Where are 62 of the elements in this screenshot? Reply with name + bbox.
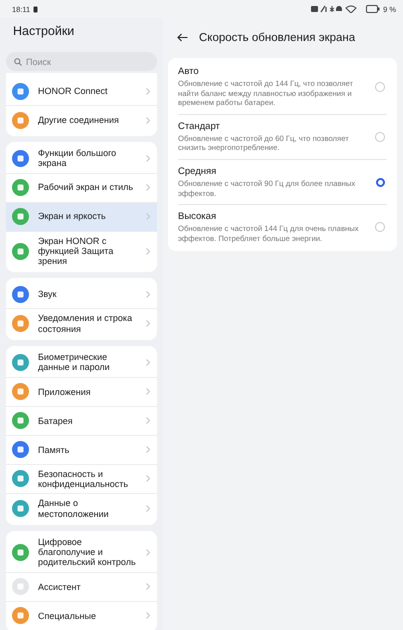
item-label: Функции большого экрана xyxy=(38,148,118,169)
settings-item[interactable]: Память xyxy=(6,434,157,464)
settings-item[interactable]: Приложения xyxy=(6,376,157,406)
settings-item[interactable]: Цифровое благополучие и родительский контроль xyxy=(6,532,157,572)
settings-item[interactable]: Звук xyxy=(6,280,157,308)
settings-item[interactable]: Биометрические данные и пароли xyxy=(6,348,157,377)
settings-item[interactable]: Данные о местоположении xyxy=(6,493,157,523)
settings-item[interactable]: Экран и яркость xyxy=(6,202,157,231)
chevron-icon xyxy=(146,154,150,162)
chevron-icon xyxy=(146,548,150,556)
chevron-icon xyxy=(146,358,150,366)
item-label: Память xyxy=(38,444,70,455)
item-label: Звук xyxy=(38,289,58,300)
item-label: HONOR Connect xyxy=(38,86,109,96)
page-title: Скорость обновления экрана xyxy=(199,32,356,44)
item-label: Ассистент xyxy=(38,582,82,592)
chevron-icon xyxy=(146,320,150,328)
search-field[interactable]: Поиск xyxy=(6,52,157,71)
settings-item[interactable]: Экран HONOR с функцией Защита зрения xyxy=(6,230,157,270)
settings-item[interactable]: Другие соединения xyxy=(6,105,157,134)
chevron-icon xyxy=(146,475,150,482)
notification-icon xyxy=(33,6,38,12)
item-label: Рабочий экран и стиль xyxy=(38,182,134,193)
item-label: Экран HONOR с функцией Защита зрения xyxy=(38,236,114,266)
settings-item[interactable]: Уведомления и строка состояния xyxy=(6,308,157,338)
item-label: Специальные xyxy=(38,610,97,621)
chevron-icon xyxy=(146,184,150,192)
chevron-icon xyxy=(146,213,150,220)
item-label: Цифровое благополучие и родительский контроль xyxy=(38,536,137,568)
settings-item[interactable]: HONOR Connect xyxy=(6,77,157,105)
item-label: Приложения xyxy=(38,386,92,397)
item-label: Батарея xyxy=(38,416,74,426)
chevron-icon xyxy=(146,417,150,424)
radio-button[interactable] xyxy=(376,178,385,187)
chevron-icon xyxy=(146,116,150,124)
back-icon[interactable] xyxy=(177,33,188,42)
sidebar-title: Настройки xyxy=(12,23,76,40)
chevron-icon xyxy=(146,248,150,255)
chevron-icon xyxy=(146,388,150,396)
option-title: Высокая xyxy=(178,211,218,222)
option-title: Стандарт xyxy=(178,120,221,132)
search-icon xyxy=(14,58,22,66)
item-label: Экран и яркость xyxy=(38,211,107,222)
chevron-icon xyxy=(146,290,150,298)
item-label: Данные о местоположении xyxy=(38,498,110,519)
chevron-icon xyxy=(146,612,150,620)
chevron-icon xyxy=(146,505,150,512)
battery-icon xyxy=(366,5,380,13)
item-label: Уведомления и строка состояния xyxy=(38,313,134,334)
settings-item[interactable]: Безопасность и конфиденциальность xyxy=(6,464,157,494)
item-label: Безопасность и конфиденциальность xyxy=(38,468,130,490)
settings-item[interactable]: Функции большого экрана xyxy=(6,144,157,173)
settings-item[interactable]: Специальные xyxy=(6,600,157,630)
option-title: Средняя xyxy=(178,166,218,177)
settings-item[interactable]: Ассистент xyxy=(6,572,157,601)
settings-item[interactable]: Батарея xyxy=(6,406,157,435)
item-label: Биометрические данные и пароли xyxy=(38,352,111,373)
item-label: Другие соединения xyxy=(38,114,120,126)
chevron-icon xyxy=(146,88,150,94)
chevron-icon xyxy=(146,583,150,590)
chevron-icon xyxy=(146,446,150,454)
option-title: Авто xyxy=(178,66,200,77)
